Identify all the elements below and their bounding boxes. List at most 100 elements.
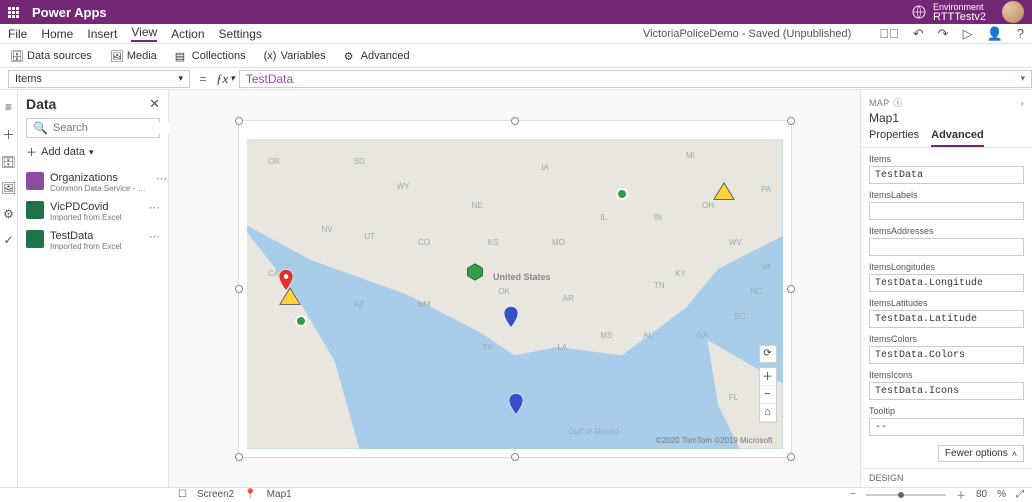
selection-handle[interactable] (235, 117, 243, 125)
map-zoom-out-button[interactable]: − (760, 386, 776, 404)
data-search[interactable]: 🔍 (26, 118, 160, 138)
fewer-options-button[interactable]: Fewer options˄ (938, 445, 1024, 462)
map-control[interactable]: United States Gulf of Mexico OR SD IA MI… (239, 121, 791, 457)
waffle-icon[interactable] (8, 7, 24, 18)
more-icon[interactable]: ⋯ (149, 201, 160, 214)
ribbon-media[interactable]: 🖼Media (110, 50, 157, 62)
map-zoom-in-button[interactable]: ＋ (760, 368, 776, 386)
field-items-addresses[interactable] (869, 238, 1024, 256)
ribbon-variables[interactable]: (x)Variables (264, 50, 326, 62)
close-icon[interactable]: ✕ (149, 96, 160, 112)
formula-bar: Items ▾ = ƒx▾ TestData ▾ (0, 68, 1032, 90)
field-items-latitudes[interactable]: TestData.Latitude (869, 310, 1024, 328)
rail-data-icon[interactable]: 🗄 (1, 155, 16, 169)
field-items-colors[interactable]: TestData.Colors (869, 346, 1024, 364)
selection-handle[interactable] (787, 285, 795, 293)
zoom-slider[interactable] (866, 494, 946, 496)
menu-home[interactable]: Home (41, 27, 73, 41)
zoom-percent: % (997, 489, 1006, 500)
cds-icon (26, 172, 44, 190)
status-screen-check[interactable]: ☐ (178, 489, 187, 500)
design-canvas[interactable]: United States Gulf of Mexico OR SD IA MI… (169, 90, 860, 487)
fx-icon[interactable]: ƒx▾ (216, 71, 235, 87)
menu-file[interactable]: File (8, 27, 27, 41)
menu-settings[interactable]: Settings (219, 27, 262, 41)
title-bar: Power Apps Environment RTTTestv2 (0, 0, 1032, 24)
map-marker-hexagon-green[interactable] (466, 263, 484, 281)
data-source-item[interactable]: TestData Imported from Excel ⋯ (26, 226, 160, 255)
app-checker-icon[interactable]: �⃞ (879, 26, 899, 42)
selection-handle[interactable] (787, 117, 795, 125)
menu-view[interactable]: View (131, 25, 157, 42)
excel-icon (26, 230, 44, 248)
map-marker-dot-green[interactable] (295, 315, 307, 327)
chevron-right-icon[interactable]: › (1021, 98, 1024, 108)
fit-icon[interactable]: ⤢ (1016, 489, 1024, 500)
selection-handle[interactable] (787, 453, 795, 461)
rail-tree-icon[interactable]: ≡ (5, 100, 12, 114)
field-tooltip[interactable]: -- (869, 418, 1024, 436)
play-icon[interactable]: ▷ (963, 26, 973, 42)
view-ribbon: 🗄Data sources 🖼Media ▤Collections (x)Var… (0, 44, 1032, 68)
more-icon[interactable]: ⋯ (156, 172, 167, 185)
data-source-item[interactable]: Organizations Common Data Service - Curr… (26, 168, 160, 197)
environment-icon (911, 4, 927, 20)
field-items[interactable]: TestData (869, 166, 1024, 184)
ribbon-collections[interactable]: ▤Collections (175, 50, 246, 62)
design-section-header: DESIGN (861, 468, 1032, 487)
map-surface[interactable]: United States Gulf of Mexico OR SD IA MI… (247, 139, 783, 449)
left-rail: ≡ ＋ 🗄 🖼 ⚙ ✓ (0, 90, 18, 487)
excel-icon (26, 201, 44, 219)
tab-properties[interactable]: Properties (869, 129, 919, 147)
selection-handle[interactable] (235, 453, 243, 461)
help-icon[interactable]: ? (1017, 26, 1024, 42)
selection-handle[interactable] (235, 285, 243, 293)
field-items-icons[interactable]: TestData.Icons (869, 382, 1024, 400)
map-pin-blue[interactable] (504, 306, 518, 328)
rail-add-icon[interactable]: ＋ (2, 126, 14, 143)
status-selection[interactable]: Map1 (267, 489, 292, 500)
data-panel: Data ✕ 🔍 ＋ Add data ▾ Organizations Comm… (18, 90, 169, 487)
equals-label: = (194, 72, 212, 86)
more-icon[interactable]: ⋯ (149, 230, 160, 243)
avatar[interactable] (1002, 1, 1024, 23)
formula-input[interactable]: TestData ▾ (239, 70, 1032, 88)
zoom-in-icon[interactable]: ＋ (956, 487, 966, 502)
ribbon-advanced[interactable]: ⚙Advanced (344, 50, 410, 62)
environment-block[interactable]: Environment RTTTestv2 (933, 2, 986, 22)
redo-icon[interactable]: ↷ (938, 26, 949, 42)
rail-media-icon[interactable]: 🖼 (1, 181, 16, 195)
zoom-out-icon[interactable]: − (850, 489, 856, 500)
status-bar: ☐ Screen2 📍 Map1 − ＋ 80 % ⤢ (0, 487, 1032, 501)
search-icon: 🔍 (33, 121, 48, 135)
share-icon[interactable]: 👤 (987, 26, 1003, 42)
menu-insert[interactable]: Insert (87, 27, 117, 41)
map-pin-blue[interactable] (509, 393, 523, 415)
map-home-button[interactable]: ⌂ (760, 404, 776, 422)
field-items-longitudes[interactable]: TestData.Longitude (869, 274, 1024, 292)
map-compass-button[interactable]: ⟳ (759, 345, 777, 363)
map-marker-triangle-yellow[interactable] (713, 182, 735, 200)
chevron-down-icon: ▾ (178, 73, 183, 84)
chevron-down-icon[interactable]: ▾ (1020, 73, 1025, 84)
data-source-item[interactable]: VicPDCovid Imported from Excel ⋯ (26, 197, 160, 226)
tab-advanced[interactable]: Advanced (931, 129, 984, 147)
status-screen-name[interactable]: Screen2 (197, 489, 234, 500)
environment-name: RTTTestv2 (933, 12, 986, 22)
info-icon[interactable]: ⓘ (893, 96, 902, 109)
property-dropdown-value: Items (15, 73, 42, 85)
selection-handle[interactable] (511, 453, 519, 461)
map-center-label: United States (493, 272, 551, 282)
field-items-labels[interactable] (869, 202, 1024, 220)
rail-advanced-icon[interactable]: ⚙ (3, 207, 14, 221)
map-marker-triangle-yellow[interactable] (279, 287, 301, 305)
undo-icon[interactable]: ↶ (913, 26, 924, 42)
ribbon-data-sources[interactable]: 🗄Data sources (10, 50, 92, 62)
selection-handle[interactable] (511, 117, 519, 125)
menu-action[interactable]: Action (171, 27, 204, 41)
rail-tests-icon[interactable]: ✓ (3, 233, 13, 247)
add-data-button[interactable]: ＋ Add data ▾ (26, 144, 160, 160)
document-title: VictoriaPoliceDemo - Saved (Unpublished) (643, 28, 851, 40)
map-attribution: ©2020 TomTom ©2019 Microsoft (656, 436, 773, 445)
property-dropdown[interactable]: Items ▾ (8, 70, 190, 88)
